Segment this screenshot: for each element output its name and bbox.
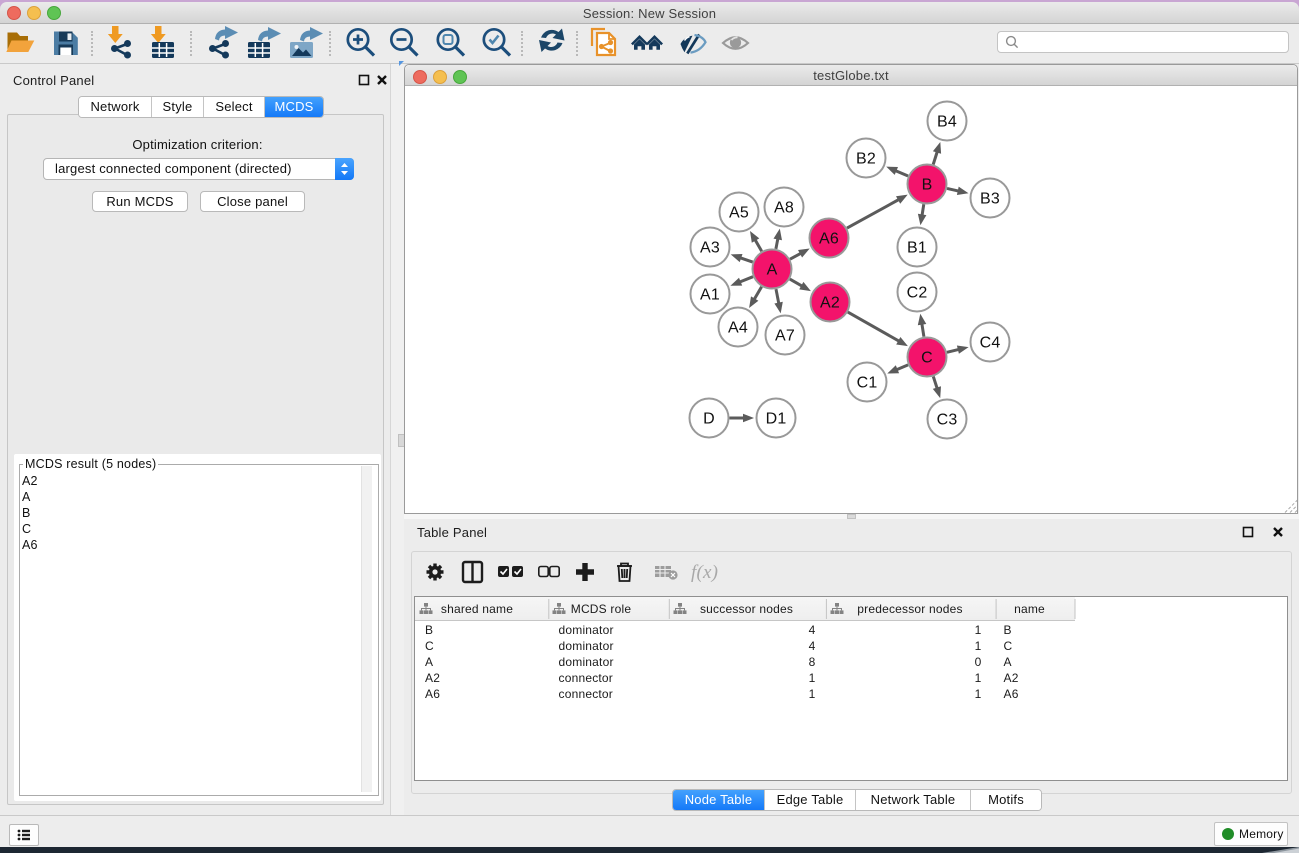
svg-text:A7: A7 — [775, 328, 795, 345]
svg-text:A6: A6 — [1004, 687, 1019, 701]
svg-text:A8: A8 — [774, 200, 794, 217]
svg-text:1: 1 — [975, 671, 982, 685]
svg-text:A5: A5 — [729, 205, 749, 222]
svg-text:predecessor nodes: predecessor nodes — [857, 602, 962, 616]
svg-text:C4: C4 — [980, 335, 1001, 352]
svg-text:f(x): f(x) — [691, 562, 718, 583]
svg-text:0: 0 — [975, 655, 982, 669]
svg-text:B: B — [425, 623, 433, 637]
svg-text:B4: B4 — [937, 114, 957, 131]
svg-text:C: C — [921, 350, 933, 367]
svg-text:MCDS role: MCDS role — [571, 602, 632, 616]
svg-text:8: 8 — [809, 655, 816, 669]
svg-text:A: A — [425, 655, 433, 669]
svg-text:1: 1 — [809, 671, 816, 685]
svg-text:A6: A6 — [425, 687, 440, 701]
svg-text:connector: connector — [559, 687, 614, 701]
svg-text:A2: A2 — [1004, 671, 1019, 685]
svg-text:4: 4 — [809, 623, 816, 637]
svg-text:1: 1 — [809, 687, 816, 701]
svg-text:C1: C1 — [857, 375, 878, 392]
svg-text:C: C — [425, 639, 434, 653]
svg-text:A: A — [767, 262, 778, 279]
svg-text:D: D — [703, 411, 715, 428]
svg-text:C: C — [1004, 639, 1013, 653]
svg-text:A3: A3 — [700, 240, 720, 257]
svg-text:connector: connector — [559, 671, 614, 685]
svg-text:B: B — [1004, 623, 1012, 637]
svg-text:A1: A1 — [700, 287, 720, 304]
svg-text:A: A — [1004, 655, 1012, 669]
svg-text:4: 4 — [809, 639, 816, 653]
svg-text:successor nodes: successor nodes — [700, 602, 793, 616]
svg-text:D1: D1 — [766, 411, 787, 428]
svg-text:name: name — [1014, 602, 1045, 616]
svg-text:A2: A2 — [425, 671, 440, 685]
svg-text:A2: A2 — [820, 295, 840, 312]
svg-text:1: 1 — [975, 687, 982, 701]
svg-text:B3: B3 — [980, 191, 1000, 208]
svg-text:dominator: dominator — [559, 623, 614, 637]
svg-text:1: 1 — [975, 623, 982, 637]
svg-text:A6: A6 — [819, 231, 839, 248]
svg-text:B2: B2 — [856, 151, 876, 168]
svg-text:dominator: dominator — [559, 639, 614, 653]
svg-text:shared name: shared name — [441, 602, 513, 616]
svg-text:B: B — [922, 177, 933, 194]
svg-text:C2: C2 — [907, 285, 928, 302]
svg-text:A4: A4 — [728, 320, 748, 337]
svg-text:1: 1 — [975, 639, 982, 653]
svg-text:C3: C3 — [937, 412, 958, 429]
svg-text:B1: B1 — [907, 240, 927, 257]
svg-text:dominator: dominator — [559, 655, 614, 669]
